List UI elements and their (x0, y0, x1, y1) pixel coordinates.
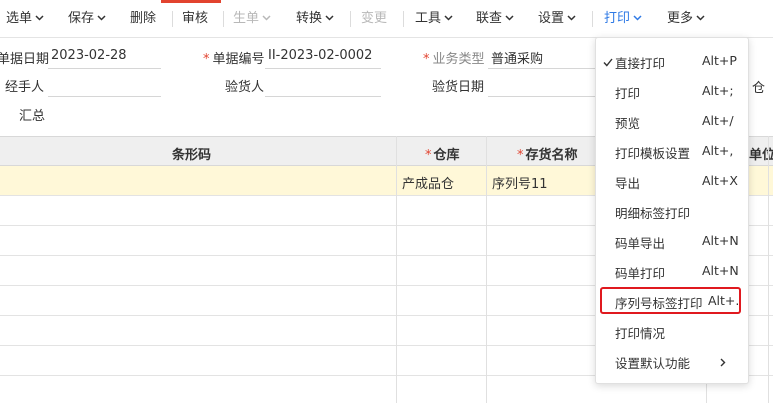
menu-item-code-list-export[interactable]: 码单导出 Alt+N (596, 226, 748, 256)
col-header-warehouse: * 仓库 (425, 148, 460, 163)
toolbar-settings-button[interactable]: 设置 (538, 10, 576, 28)
toolbar-audit-button[interactable]: 审核 (182, 10, 208, 28)
menu-item-label: 明细标签打印 (615, 206, 691, 221)
toolbar-select-button[interactable]: 选单 (6, 10, 44, 28)
highlight-box (600, 287, 741, 314)
menu-item-label: 打印 (615, 86, 641, 101)
menu-item-template-settings[interactable]: 打印模板设置 Alt+, (596, 136, 748, 166)
required-mark: * (203, 52, 210, 67)
col-header-barcode: 条形码 (172, 148, 212, 163)
toolbar-divider (592, 11, 593, 27)
menu-item-shortcut: Alt+, (702, 143, 734, 158)
menu-item-shortcut: Alt+/ (702, 113, 734, 128)
biz-type-field[interactable]: 普通采购 (491, 48, 543, 67)
menu-item-detail-label-print[interactable]: 明细标签打印 (596, 196, 748, 226)
chevron-down-icon (35, 15, 44, 21)
print-dropdown-menu: 直接打印 Alt+P 打印 Alt+; 预览 Alt+/ 打印模板设置 Alt+… (595, 37, 749, 384)
inspect-date-field[interactable] (488, 96, 595, 97)
toolbar-tools-button[interactable]: 工具 (415, 10, 453, 28)
handler-field[interactable] (48, 96, 161, 97)
toolbar-print-button[interactable]: 打印 (604, 10, 642, 28)
toolbar-divider (172, 11, 173, 27)
check-icon (603, 56, 613, 71)
toolbar-divider (403, 11, 404, 27)
toolbar-generate-button[interactable]: 生单 (233, 10, 271, 28)
doc-date-underline (48, 68, 161, 69)
cell-warehouse[interactable]: 产成品仓 (402, 173, 454, 192)
menu-item-label: 设置默认功能 (615, 356, 691, 371)
toolbar-delete-button[interactable]: 删除 (130, 10, 156, 28)
handler-label: 经手人 (5, 80, 45, 95)
chevron-down-icon (325, 15, 334, 21)
required-mark: * (425, 148, 432, 163)
menu-item-print[interactable]: 打印 Alt+; (596, 76, 748, 106)
toolbar-divider (350, 11, 351, 27)
toolbar-save-button[interactable]: 保存 (68, 10, 106, 28)
required-mark: * (517, 148, 524, 163)
required-mark: * (423, 52, 430, 67)
biz-type-label: * 业务类型 (423, 52, 485, 67)
doc-no-label: * 单据编号 (203, 52, 265, 67)
active-tab-indicator (161, 0, 221, 3)
menu-item-label: 打印模板设置 (615, 146, 691, 161)
menu-item-print-status[interactable]: 打印情况 (596, 316, 748, 346)
toolbar-divider (223, 11, 224, 27)
menu-item-label: 导出 (615, 176, 641, 191)
toolbar-change-button[interactable]: 变更 (361, 10, 387, 28)
toolbar-more-button[interactable]: 更多 (667, 10, 705, 28)
summary-label: 汇总 (19, 109, 46, 124)
inspector-field[interactable] (265, 96, 381, 97)
menu-item-preview[interactable]: 预览 Alt+/ (596, 106, 748, 136)
menu-item-shortcut: Alt+; (702, 83, 734, 98)
chevron-down-icon (444, 15, 453, 21)
cut-off-label: 仓 (752, 81, 766, 96)
column-divider (486, 136, 487, 403)
toolbar-convert-button[interactable]: 转换 (296, 10, 334, 28)
menu-item-shortcut: Alt+P (702, 53, 737, 68)
menu-item-export[interactable]: 导出 Alt+X (596, 166, 748, 196)
cell-inventory-name[interactable]: 序列号11 (492, 173, 548, 192)
column-divider (768, 136, 769, 403)
doc-date-label: 单据日期 (0, 52, 50, 67)
doc-date-field[interactable]: 2023-02-28 (51, 48, 127, 63)
toolbar: 选单 保存 删除 审核 生单 转换 变更 工具 联查 设置 打印 更多 (0, 0, 773, 38)
toolbar-query-button[interactable]: 联查 (476, 10, 514, 28)
doc-no-underline (265, 68, 381, 69)
menu-item-label: 码单打印 (615, 266, 666, 281)
menu-item-direct-print[interactable]: 直接打印 Alt+P (596, 46, 748, 76)
chevron-down-icon (505, 15, 514, 21)
chevron-down-icon (696, 15, 705, 21)
inspector-label: 验货人 (225, 80, 265, 95)
menu-item-shortcut: Alt+N (702, 263, 739, 278)
doc-no-field[interactable]: II-2023-02-0002 (268, 48, 372, 63)
chevron-down-icon (567, 15, 576, 21)
chevron-down-icon (633, 15, 642, 21)
column-divider (396, 136, 397, 403)
menu-item-label: 直接打印 (615, 56, 666, 71)
col-header-inventory-name: * 存货名称 (517, 148, 578, 163)
chevron-down-icon (97, 15, 106, 21)
menu-item-shortcut: Alt+N (702, 233, 739, 248)
menu-item-code-list-print[interactable]: 码单打印 Alt+N (596, 256, 748, 286)
menu-item-label: 打印情况 (615, 326, 666, 341)
biz-type-underline (488, 68, 595, 69)
menu-item-label: 预览 (615, 116, 641, 131)
chevron-down-icon (262, 15, 271, 21)
menu-item-shortcut: Alt+X (702, 173, 738, 188)
chevron-right-icon (720, 356, 726, 371)
inspect-date-label: 验货日期 (432, 80, 485, 95)
menu-item-default-function[interactable]: 设置默认功能 (596, 346, 748, 376)
menu-item-label: 码单导出 (615, 236, 666, 251)
col-header-unit: 单位 (749, 148, 773, 163)
